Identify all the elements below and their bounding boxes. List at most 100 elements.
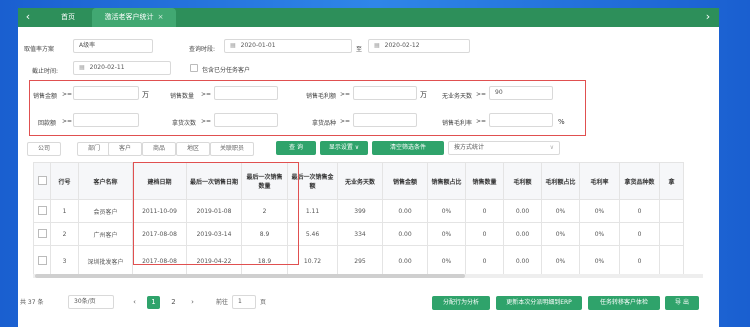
cond-label-idle-days: 无业务天数 (442, 93, 473, 100)
page-1-button[interactable]: 1 (147, 296, 160, 309)
column-header[interactable]: 拿货品种数 (619, 162, 660, 200)
page-size-select[interactable]: 30条/页 (68, 295, 114, 309)
prev-page-icon[interactable]: ‹ (128, 296, 141, 309)
filter-department-button[interactable]: 部门 (77, 142, 111, 156)
scrollbar-thumb[interactable] (35, 274, 465, 278)
cond-op: >= (62, 91, 73, 98)
column-header[interactable]: 行号 (50, 162, 79, 200)
table-cell: 0 (465, 199, 504, 223)
table-cell: 1 (50, 199, 79, 223)
tab-active-customers[interactable]: 激活老客户统计 × (92, 8, 176, 27)
filter-region-button[interactable]: 地区 (176, 142, 210, 156)
table-row[interactable]: 2 广州客户 2017-08-08 2019-03-14 8.9 5.46 33… (33, 222, 684, 246)
filter-customer-button[interactable]: 客户 (108, 142, 142, 156)
date-from-field[interactable]: ▦ 2020-01-01 (224, 39, 352, 53)
export-button[interactable]: 导 出 (665, 296, 699, 310)
forward-arrow-icon[interactable]: › (702, 11, 714, 23)
page-2-button[interactable]: 2 (167, 296, 180, 309)
cond-input-collection[interactable] (73, 113, 139, 127)
cond-label-gross-margin: 销售毛利率 (442, 120, 473, 127)
goto-label: 前往 (216, 299, 229, 306)
row-select-cell[interactable] (33, 245, 51, 277)
back-arrow-icon[interactable]: ‹ (22, 11, 34, 23)
tab-bar: ‹ 首页 激活老客户统计 × › (18, 8, 719, 27)
column-header[interactable]: 无业务天数 (337, 162, 383, 200)
table-cell: 334 (337, 222, 383, 246)
page-unit-label: 页 (260, 299, 267, 306)
row-select-cell[interactable] (33, 199, 51, 223)
deadline-field[interactable]: ▦ 2020-02-11 (73, 61, 171, 75)
cond-input-idle-days[interactable]: 90 (489, 86, 553, 100)
update-erp-button[interactable]: 更新本次分派明细到ERP (496, 296, 582, 310)
cond-input-product-types[interactable] (353, 113, 417, 127)
display-settings-button[interactable]: 显示设置 ∨ (320, 141, 368, 155)
table-cell: 深圳批发客户 (78, 245, 133, 277)
cond-unit: 万 (142, 91, 149, 99)
query-button[interactable]: 查 询 (276, 141, 316, 155)
row-select-cell[interactable] (33, 222, 51, 246)
row-checkbox[interactable] (37, 205, 47, 215)
column-header[interactable]: 毛利率 (579, 162, 620, 200)
plan-select[interactable]: A级率 (73, 39, 153, 53)
table-cell: 0% (427, 222, 466, 246)
cond-label-gross-profit: 销售毛利额 (306, 93, 337, 100)
table-cell: 广州客户 (78, 222, 133, 246)
cond-input-gross-profit[interactable] (353, 86, 417, 100)
assign-analysis-button[interactable]: 分配行为分析 (432, 296, 490, 310)
transfer-checkup-button[interactable]: 任务转移客户体检 (588, 296, 660, 310)
table-cell: 0% (541, 222, 580, 246)
cond-op: >= (476, 118, 487, 125)
row-checkbox[interactable] (37, 228, 47, 238)
table-cell: 0.00 (503, 245, 542, 277)
table-cell (659, 245, 684, 277)
total-count: 共 37 条 (20, 299, 44, 306)
cond-input-gross-margin[interactable] (489, 113, 553, 127)
next-page-icon[interactable]: › (186, 296, 199, 309)
column-header[interactable]: 销售金额 (382, 162, 428, 200)
table-cell: 0% (579, 199, 620, 223)
table-cell: 0.00 (382, 245, 428, 277)
column-header[interactable]: 销售额占比 (427, 162, 466, 200)
cond-label-collection: 回款额 (38, 120, 57, 127)
table-row[interactable]: 1 会员客户 2011-10-09 2019-01-08 2 1.11 399 … (33, 199, 684, 223)
clear-filters-button[interactable]: 清空筛选条件 (372, 141, 444, 155)
column-header[interactable]: 毛利额 (503, 162, 542, 200)
table-cell (659, 222, 684, 246)
table-row[interactable]: 3 深圳批发客户 2017-08-08 2019-04-22 18.9 10.7… (33, 245, 684, 277)
cond-label-sales-qty: 销售数量 (170, 93, 195, 100)
table-cell: 0 (465, 222, 504, 246)
horizontal-scrollbar[interactable] (33, 274, 703, 278)
cond-op: >= (340, 118, 351, 125)
select-all-checkbox[interactable] (37, 175, 47, 185)
filter-product-button[interactable]: 商品 (142, 142, 176, 156)
tab-home[interactable]: 首页 (48, 8, 88, 27)
tab-active-label: 激活老客户统计 (104, 13, 154, 21)
column-header[interactable]: 销售数量 (465, 162, 504, 200)
date-from-value: 2020-01-01 (240, 42, 276, 49)
table-cell: 0% (541, 199, 580, 223)
date-to-field[interactable]: ▦ 2020-02-12 (368, 39, 470, 53)
select-all-cell[interactable] (33, 162, 51, 200)
cond-input-sales-amount[interactable] (73, 86, 139, 100)
cond-label-product-types: 拿货品种 (312, 120, 337, 127)
cond-input-sales-qty[interactable] (214, 86, 278, 100)
cond-op: >= (340, 91, 351, 98)
row-checkbox[interactable] (37, 255, 47, 265)
cond-op: >= (476, 91, 487, 98)
goto-page-input[interactable]: 1 (232, 295, 256, 309)
close-icon[interactable]: × (158, 13, 164, 21)
cond-unit: % (558, 118, 565, 126)
column-header[interactable]: 毛利额占比 (541, 162, 580, 200)
calendar-icon: ▦ (79, 64, 85, 71)
cond-unit: 万 (420, 91, 427, 99)
filter-company-button[interactable]: 公司 (27, 142, 61, 156)
filter-staff-button[interactable]: 关联职员 (210, 142, 254, 156)
table-cell: 0% (579, 245, 620, 277)
screen-background: ‹ 首页 激活老客户统计 × › 取值率方案 A级率 查询时段: ▦ 2020-01… (0, 0, 750, 327)
table-cell: 0 (619, 222, 660, 246)
cond-input-pickup-count[interactable] (214, 113, 278, 127)
column-header[interactable]: 拿 (659, 162, 684, 200)
column-header[interactable]: 客户名称 (78, 162, 133, 200)
stat-mode-select[interactable]: 按方式统计 ∨ (448, 141, 560, 155)
include-assigned-checkbox[interactable] (190, 64, 198, 72)
